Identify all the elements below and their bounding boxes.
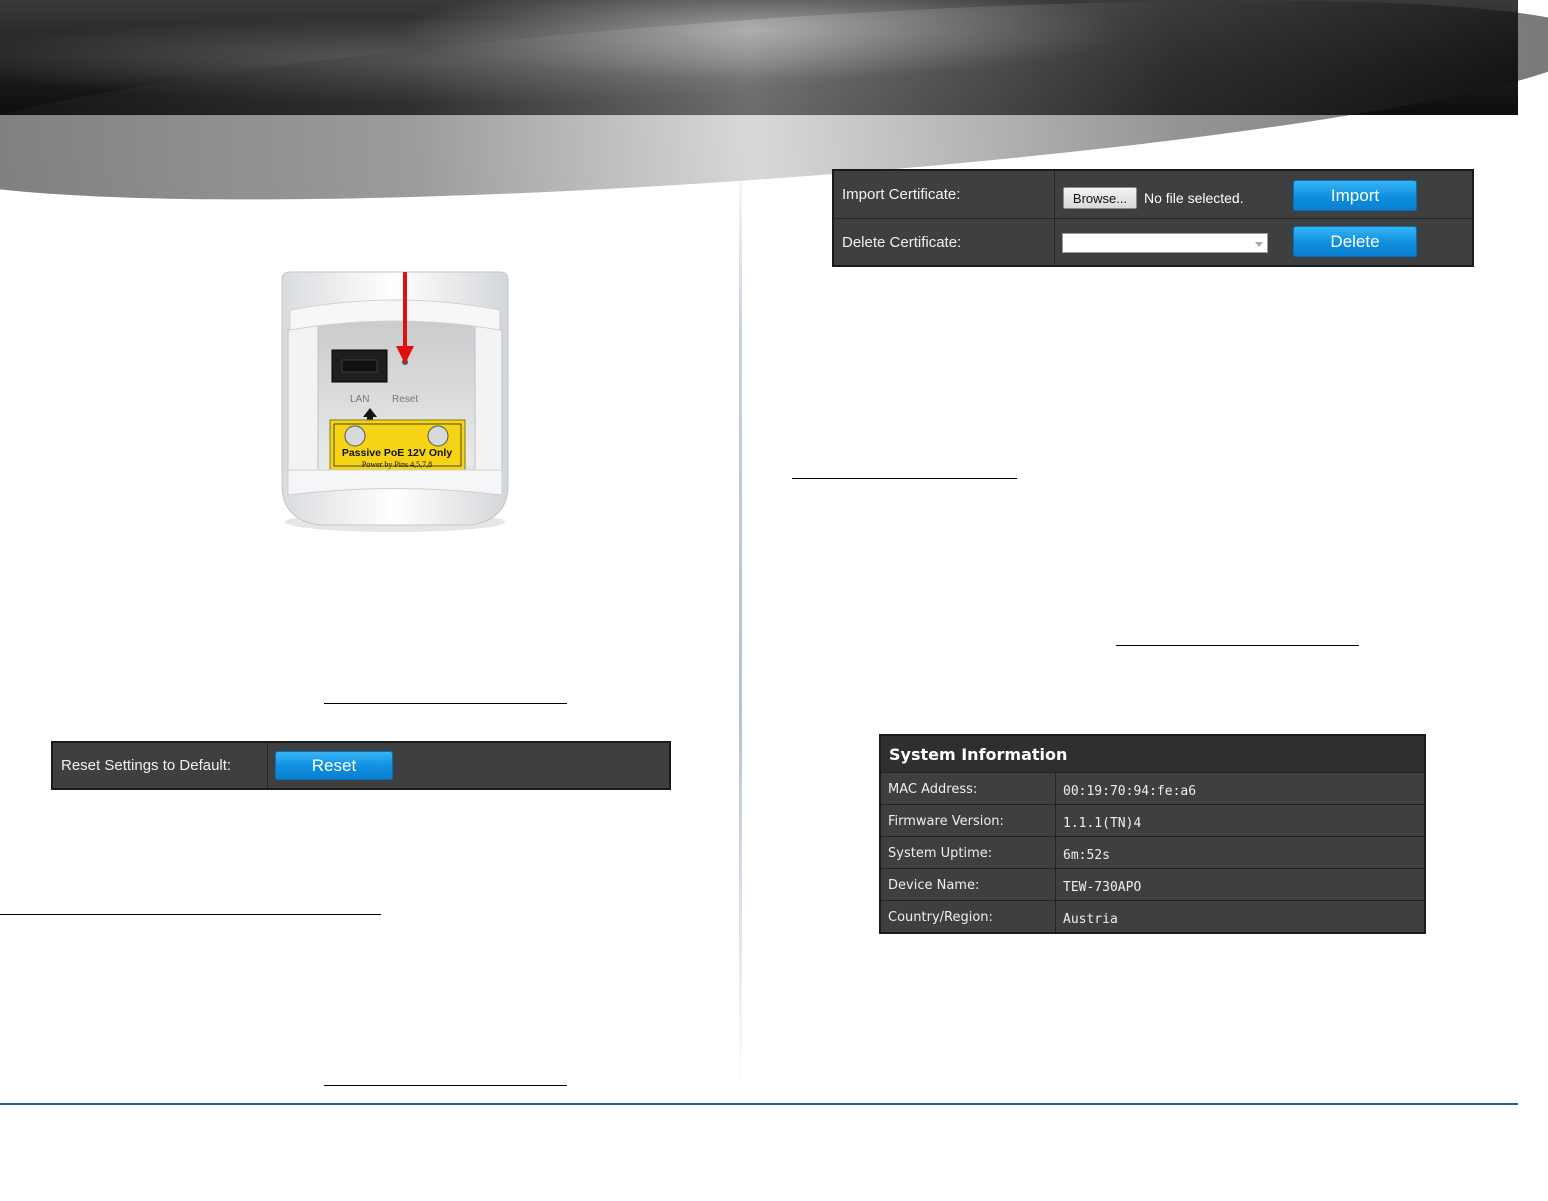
- import-button[interactable]: Import: [1293, 180, 1417, 211]
- chevron-down-icon: [1255, 242, 1263, 247]
- header-banner: [0, 0, 1548, 240]
- file-status-text: No file selected.: [1144, 190, 1244, 206]
- mac-address-label: MAC Address:: [881, 773, 1056, 805]
- country-region-value: Austria: [1063, 911, 1118, 927]
- system-information-title: System Information: [881, 736, 1424, 772]
- delete-certificate-label: Delete Certificate:: [834, 219, 1055, 266]
- reset-port-label: Reset: [392, 394, 418, 405]
- firmware-version-label: Firmware Version:: [881, 805, 1056, 837]
- delete-certificate-row: Delete Certificate: Delete: [834, 218, 1472, 266]
- device-name-value: TEW-730APO: [1063, 879, 1142, 895]
- certificate-panel: Import Certificate: Browse... No file se…: [832, 169, 1474, 267]
- link-underline[interactable]: [324, 703, 567, 704]
- reset-settings-label: Reset Settings to Default:: [53, 743, 268, 788]
- delete-certificate-select[interactable]: [1062, 233, 1268, 253]
- import-certificate-row: Import Certificate: Browse... No file se…: [834, 171, 1472, 218]
- system-uptime-value: 6m:52s: [1063, 847, 1110, 863]
- sticker-text-line1: Passive PoE 12V Only: [342, 447, 452, 459]
- device-reset-photo: LAN Reset Passive PoE 12V Only Power by …: [281, 271, 509, 532]
- system-uptime-label: System Uptime:: [881, 837, 1056, 869]
- device-name-label: Device Name:: [881, 869, 1056, 901]
- link-underline[interactable]: [1116, 645, 1359, 646]
- import-certificate-label: Import Certificate:: [834, 171, 1055, 218]
- browse-button[interactable]: Browse...: [1063, 187, 1137, 209]
- table-row: Firmware Version: 1.1.1(TN)4: [881, 804, 1424, 837]
- delete-button[interactable]: Delete: [1293, 226, 1417, 257]
- sticker-text-line2: Power by Pins 4,5,7,8: [362, 460, 432, 469]
- section-heading-underline: [792, 478, 1017, 479]
- footer-rule: [0, 1103, 1518, 1105]
- link-underline[interactable]: [324, 1085, 567, 1086]
- system-information-table: System Information MAC Address: 00:19:70…: [879, 734, 1426, 934]
- table-row: System Uptime: 6m:52s: [881, 836, 1424, 869]
- reset-button[interactable]: Reset: [275, 751, 393, 780]
- column-divider: [739, 150, 742, 1090]
- reset-settings-panel: Reset Settings to Default: Reset: [51, 741, 671, 790]
- section-heading-underline: [0, 914, 381, 915]
- firmware-version-value: 1.1.1(TN)4: [1063, 815, 1142, 831]
- country-region-label: Country/Region:: [881, 901, 1056, 933]
- lan-port-label: LAN: [350, 394, 369, 405]
- mac-address-value: 00:19:70:94:fe:a6: [1063, 783, 1197, 799]
- table-row: Device Name: TEW-730APO: [881, 868, 1424, 901]
- table-row: Country/Region: Austria: [881, 900, 1424, 933]
- table-row: MAC Address: 00:19:70:94:fe:a6: [881, 772, 1424, 805]
